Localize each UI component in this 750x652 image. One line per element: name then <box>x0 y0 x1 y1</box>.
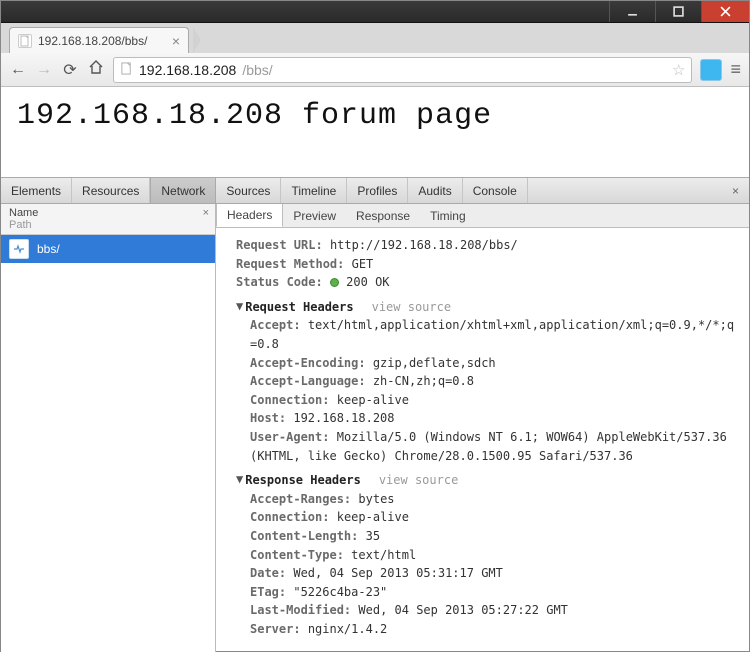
user-agent-key: User-Agent: <box>250 430 329 444</box>
devtools-panel: Elements Resources Network Sources Timel… <box>1 177 749 652</box>
last-modified-value: Wed, 04 Sep 2013 05:27:22 GMT <box>358 603 568 617</box>
status-dot-icon <box>330 278 339 287</box>
status-code-value: 200 OK <box>346 275 389 289</box>
subtab-headers[interactable]: Headers <box>216 204 283 227</box>
date-key: Date: <box>250 566 286 580</box>
devtools-close-icon[interactable]: × <box>722 178 749 203</box>
new-tab-button[interactable] <box>193 27 201 53</box>
minimize-button[interactable] <box>609 1 655 22</box>
content-type-value: text/html <box>351 548 416 562</box>
maximize-button[interactable] <box>655 1 701 22</box>
page-content: 192.168.18.208 forum page <box>1 87 749 177</box>
request-method-value: GET <box>352 257 374 271</box>
accept-language-value: zh-CN,zh;q=0.8 <box>373 374 474 388</box>
browser-tab-strip: 192.168.18.208/bbs/ × <box>1 23 749 53</box>
accept-ranges-value: bytes <box>358 492 394 506</box>
network-list-header: Name Path × <box>1 204 215 235</box>
status-code-key: Status Code: <box>236 275 323 289</box>
request-headers-section[interactable]: ▼Request Headersview source <box>236 298 737 317</box>
content-length-value: 35 <box>366 529 380 543</box>
url-host: 192.168.18.208 <box>139 62 236 78</box>
resp-connection-key: Connection: <box>250 510 329 524</box>
network-details: Headers Preview Response Timing Request … <box>216 204 749 652</box>
close-sidebar-icon[interactable]: × <box>203 207 209 219</box>
col-path: Path <box>9 219 207 231</box>
response-headers-section[interactable]: ▼Response Headersview source <box>236 471 737 490</box>
accept-encoding-key: Accept-Encoding: <box>250 356 366 370</box>
devtools-tab-resources[interactable]: Resources <box>72 178 150 203</box>
bookmark-star-icon[interactable]: ☆ <box>672 61 685 79</box>
view-source-link-resp[interactable]: view source <box>379 473 458 487</box>
devtools-tab-profiles[interactable]: Profiles <box>347 178 408 203</box>
last-modified-key: Last-Modified: <box>250 603 351 617</box>
request-method-key: Request Method: <box>236 257 344 271</box>
accept-ranges-key: Accept-Ranges: <box>250 492 351 506</box>
server-key: Server: <box>250 622 301 636</box>
host-value: 192.168.18.208 <box>293 411 394 425</box>
browser-menu-icon[interactable]: ≡ <box>730 59 741 80</box>
devtools-tab-network[interactable]: Network <box>150 178 216 203</box>
home-button[interactable] <box>87 59 105 80</box>
devtools-tabs: Elements Resources Network Sources Timel… <box>1 178 749 204</box>
back-button[interactable]: ← <box>9 61 27 79</box>
network-row-name: bbs/ <box>37 242 60 256</box>
etag-key: ETag: <box>250 585 286 599</box>
subtab-response[interactable]: Response <box>346 204 420 227</box>
network-row[interactable]: bbs/ <box>1 235 215 263</box>
devtools-tab-sources[interactable]: Sources <box>216 178 281 203</box>
browser-toolbar: ← → ⟳ 192.168.18.208/bbs/ ☆ ≡ <box>1 53 749 87</box>
browser-tab[interactable]: 192.168.18.208/bbs/ × <box>9 27 189 53</box>
devtools-tab-timeline[interactable]: Timeline <box>281 178 347 203</box>
favicon-icon <box>18 34 32 48</box>
accept-value: text/html,application/xhtml+xml,applicat… <box>250 318 734 351</box>
content-length-key: Content-Length: <box>250 529 358 543</box>
devtools-tab-console[interactable]: Console <box>463 178 528 203</box>
network-request-list: Name Path × bbs/ <box>1 204 216 652</box>
req-connection-value: keep-alive <box>337 393 409 407</box>
subtab-timing[interactable]: Timing <box>420 204 476 227</box>
detail-subtabs: Headers Preview Response Timing <box>216 204 749 228</box>
accept-encoding-value: gzip,deflate,sdch <box>373 356 496 370</box>
server-value: nginx/1.4.2 <box>308 622 387 636</box>
headers-pane[interactable]: Request URL: http://192.168.18.208/bbs/ … <box>216 228 749 652</box>
resp-connection-value: keep-alive <box>337 510 409 524</box>
resource-thumbnail-icon <box>9 239 29 259</box>
tab-close-icon[interactable]: × <box>172 33 180 49</box>
date-value: Wed, 04 Sep 2013 05:31:17 GMT <box>293 566 503 580</box>
page-icon <box>120 62 133 78</box>
subtab-preview[interactable]: Preview <box>283 204 346 227</box>
etag-value: "5226c4ba-23" <box>293 585 387 599</box>
url-path: /bbs/ <box>242 62 272 78</box>
devtools-tab-elements[interactable]: Elements <box>1 178 72 203</box>
request-url-key: Request URL: <box>236 238 323 252</box>
page-heading: 192.168.18.208 forum page <box>17 99 733 133</box>
devtools-tab-audits[interactable]: Audits <box>408 178 462 203</box>
req-connection-key: Connection: <box>250 393 329 407</box>
close-button[interactable] <box>701 1 749 22</box>
host-key: Host: <box>250 411 286 425</box>
accept-key: Accept: <box>250 318 301 332</box>
request-url-value: http://192.168.18.208/bbs/ <box>330 238 518 252</box>
forward-button[interactable]: → <box>35 61 53 79</box>
reload-button[interactable]: ⟳ <box>61 60 79 80</box>
tab-title: 192.168.18.208/bbs/ <box>38 34 147 48</box>
content-type-key: Content-Type: <box>250 548 344 562</box>
col-name: Name <box>9 207 207 219</box>
window-titlebar <box>1 1 749 23</box>
extension-button[interactable] <box>700 59 722 81</box>
accept-language-key: Accept-Language: <box>250 374 366 388</box>
address-bar[interactable]: 192.168.18.208/bbs/ ☆ <box>113 57 692 83</box>
view-source-link[interactable]: view source <box>372 300 451 314</box>
